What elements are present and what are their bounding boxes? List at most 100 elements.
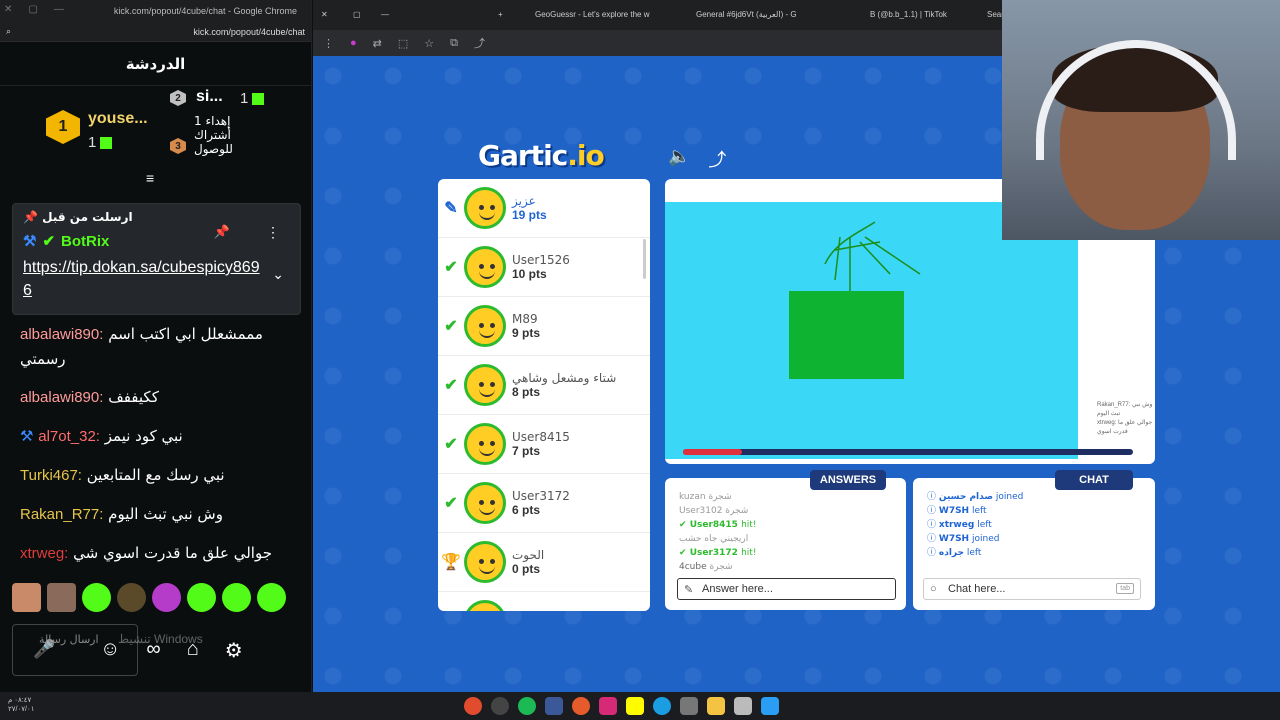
share-icon[interactable]: ⤴ (474, 35, 485, 51)
url-bar[interactable]: ⌕ kick.com/popout/4cube/chat (0, 22, 311, 42)
edge-icon[interactable] (653, 697, 671, 715)
player-row[interactable]: ✎ عزيز 19 pts (438, 179, 650, 238)
message-username[interactable]: xtrweg: (20, 545, 68, 562)
emote[interactable] (187, 583, 216, 612)
more-options-icon[interactable]: ⋮ (266, 224, 280, 241)
logo-suffix: .io (567, 139, 604, 172)
message-username[interactable]: al7ot_32: (38, 428, 100, 445)
avatar-mouth (479, 389, 495, 397)
avatar-eyes (479, 500, 484, 505)
chat-placeholder: Chat here... (948, 583, 1006, 595)
answers-tab[interactable]: ANSWERS (810, 470, 886, 490)
maximize-icon[interactable]: ▢ (28, 4, 37, 15)
player-row[interactable]: 4cube (438, 592, 650, 611)
answer-input[interactable]: ✎ Answer here... (677, 578, 896, 600)
rank-number: 3 (175, 140, 181, 152)
chat-line: ⓘ جراده left (927, 548, 982, 558)
message-text: ككيففف (108, 388, 159, 406)
chat-input[interactable]: ○ Chat here... tab (923, 578, 1141, 600)
menu-icon[interactable]: ≡ (146, 170, 154, 186)
gear-icon[interactable]: ⚙ (225, 638, 243, 663)
avatar-mouth (479, 330, 495, 338)
folder-icon[interactable] (707, 697, 725, 715)
leader-1[interactable]: 1 (46, 110, 80, 144)
maximize-icon[interactable]: ▢ (353, 10, 361, 19)
app-icon[interactable] (734, 697, 752, 715)
player-row[interactable]: ✔ User1526 10 pts (438, 238, 650, 297)
message-text: وش نبي تبث اليوم (108, 505, 223, 523)
avatar (464, 541, 506, 583)
player-info: الحوت 0 pts (512, 548, 544, 576)
player-row[interactable]: ✔ User3172 6 pts (438, 474, 650, 533)
app-icon[interactable] (680, 697, 698, 715)
message-username[interactable]: Rakan_R77: (20, 506, 103, 523)
instagram-icon[interactable] (599, 697, 617, 715)
answer-text: شجرة (725, 506, 749, 516)
chat-line: ⓘ xtrweg left (927, 520, 992, 530)
stream-overlay-chat: Rakan_R77: وش نبي تبث اليوم xtrweg: جوال… (1097, 401, 1155, 437)
leader-2-count: 1 (240, 90, 265, 107)
emote[interactable] (82, 583, 111, 612)
emote[interactable] (152, 583, 181, 612)
pin-icon[interactable]: 📌 (214, 224, 230, 240)
star-icon[interactable]: ☆ (424, 37, 434, 50)
speaker-icon[interactable]: 🔈 (668, 146, 690, 172)
emote[interactable] (117, 583, 146, 612)
pinned-author[interactable]: ⚒ ✔ BotRix (23, 232, 290, 251)
install-icon[interactable]: ⬚ (398, 37, 408, 50)
share-icon[interactable]: ⤴ (708, 146, 726, 172)
pinned-link[interactable]: https://tip.dokan.sa/cubespicy8696 (23, 256, 263, 302)
player-row[interactable]: ✔ شتاء ومشعل وشاهي 8 pts (438, 356, 650, 415)
chat-action: joined (971, 534, 1000, 544)
app-icon[interactable] (545, 697, 563, 715)
infinity-icon[interactable]: ∞ (146, 638, 160, 663)
firefox-icon[interactable] (572, 697, 590, 715)
windows-icon[interactable] (761, 697, 779, 715)
minimize-icon[interactable]: — (54, 4, 64, 15)
chat-action: left (966, 548, 982, 558)
close-icon[interactable]: ✕ (321, 10, 328, 19)
store-icon[interactable]: ⌂ (187, 638, 199, 663)
translate-icon[interactable]: ⇄ (373, 37, 382, 50)
moderator-icon: ⚒ (20, 427, 34, 445)
leader-1-name: youse... (88, 110, 148, 127)
chat-user: W7SH (938, 534, 970, 544)
chrome-icon[interactable] (464, 697, 482, 715)
player-row[interactable]: ✔ M89 9 pts (438, 297, 650, 356)
new-tab-icon[interactable]: + (498, 10, 503, 19)
emote[interactable] (47, 583, 76, 612)
leader-count: 1 (88, 134, 97, 151)
close-icon[interactable]: ✕ (4, 4, 12, 15)
emote[interactable] (257, 583, 286, 612)
extensions-icon[interactable]: ⧉ (450, 37, 458, 50)
message-username[interactable]: albalawi890: (20, 326, 103, 343)
check-icon: ✔ (444, 259, 458, 276)
verified-icon: ✔ (42, 233, 56, 250)
chevron-down-icon[interactable]: ⌄ (272, 266, 284, 283)
tab-tiktok[interactable]: B (@b.b_1.1) | TikTok (870, 10, 947, 19)
emote[interactable] (222, 583, 251, 612)
emote[interactable] (12, 583, 41, 612)
extension-icon[interactable]: ● (350, 37, 357, 49)
minimize-icon[interactable]: — (381, 10, 389, 19)
snapchat-icon[interactable] (626, 697, 644, 715)
pencil-icon: ✎ (444, 200, 458, 217)
message-username[interactable]: Turki467: (20, 467, 82, 484)
answer-user: User3102 (679, 506, 723, 516)
tab-geoguessr[interactable]: GeoGuessr - Let's explore the w (535, 10, 649, 19)
spotify-icon[interactable] (518, 697, 536, 715)
menu-icon[interactable]: ⋮ (323, 37, 334, 50)
emoji-icon[interactable]: ☺ (100, 638, 120, 663)
avatar-eyes (479, 382, 484, 387)
message-text: جوالي علق ما قدرت اسوي شي (73, 544, 272, 562)
app-icon[interactable] (491, 697, 509, 715)
player-row[interactable]: 🏆 الحوت 0 pts (438, 533, 650, 592)
message-username[interactable]: albalawi890: (20, 389, 103, 406)
taskbar-apps (464, 697, 779, 715)
tab-gartic[interactable]: General #6jd6Vt (العربية) - G (696, 10, 797, 19)
chat-list: ⓘ صدام حسين joined ⓘ W7SH left ⓘ xtrweg … (927, 490, 1023, 560)
player-row[interactable]: ✔ User8415 7 pts (438, 415, 650, 474)
chat-tab[interactable]: CHAT (1055, 470, 1133, 490)
players-list: ✎ عزيز 19 pts ✔ User1526 10 pts ✔ M89 9 pts… (438, 179, 650, 611)
clock[interactable]: ٠٨:٤٧ م ٢٧/٠٧/٠١ (8, 696, 34, 714)
